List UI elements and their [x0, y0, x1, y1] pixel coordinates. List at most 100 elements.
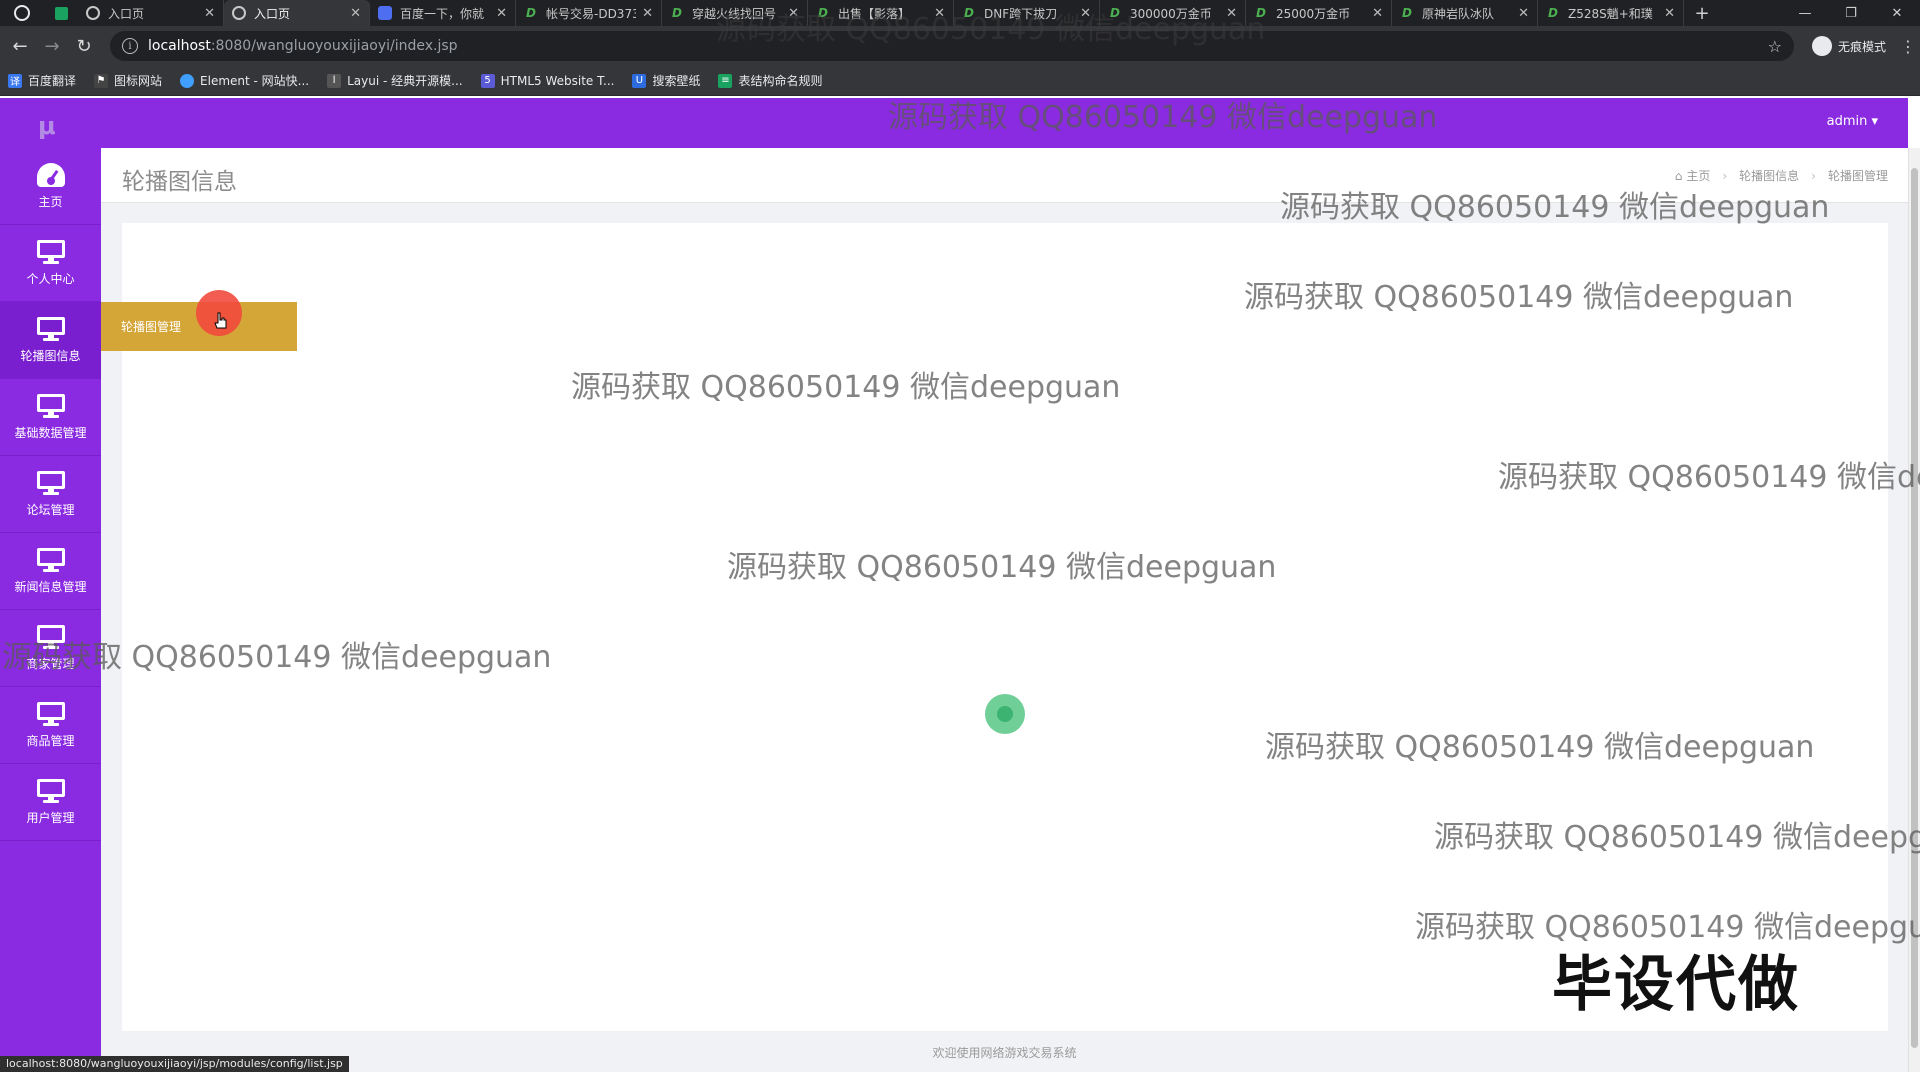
browser-profile-icon[interactable] — [0, 0, 44, 26]
html5-icon: 5 — [480, 73, 495, 88]
chevron-right-icon: › — [1811, 168, 1816, 183]
close-icon[interactable]: ✕ — [204, 6, 215, 21]
browser-tab[interactable]: D 原神岩队冰队 ✕ — [1392, 0, 1538, 26]
tab-title: 入口页 — [254, 6, 291, 21]
close-icon[interactable]: ✕ — [1372, 6, 1383, 21]
tab-title: 帐号交易-DD373 — [546, 6, 637, 21]
browser-menu-icon[interactable]: ⋮ — [1896, 37, 1920, 56]
browser-tab-strip: 入口页 ✕ 入口页 ✕ 百度一下，你就 ✕ D 帐号交易-DD373 ✕ D 穿… — [0, 0, 1920, 26]
bookmark-item[interactable]: Element - 网站快... — [180, 72, 309, 89]
sidebar-item-goods[interactable]: 商品管理 — [0, 687, 101, 764]
translate-icon: 译 — [8, 73, 22, 88]
status-bar-url: localhost:8080/wangluoyouxijiaoyi/jsp/mo… — [0, 1056, 349, 1072]
sidebar-item-basic-data[interactable]: 基础数据管理 — [0, 379, 101, 456]
user-menu[interactable]: admin ▾ — [1827, 114, 1878, 129]
browser-tab[interactable]: 入口页 ✕ — [78, 0, 224, 26]
dd373-icon: D — [526, 6, 536, 20]
url-path: :8080/wangluoyouxijiaoyi/index.jsp — [210, 38, 458, 54]
browser-tab-active[interactable]: 入口页 ✕ — [224, 0, 370, 26]
monitor-icon — [36, 393, 65, 418]
page-header: 轮播图信息 ⌂ 主页 › 轮播图信息 › 轮播图管理 — [101, 148, 1908, 203]
restore-icon[interactable]: ❐ — [1828, 0, 1874, 26]
loading-spinner-icon — [985, 694, 1025, 734]
browser-tab[interactable]: D 25000万金币 ✕ — [1246, 0, 1392, 26]
browser-tab[interactable]: D 出售【影落】 ✕ — [808, 0, 954, 26]
sidebar-item-label: 论坛管理 — [26, 502, 75, 517]
bookmarks-bar: 译百度翻译 ⚑ 图标网站 Element - 网站快... l Layui - 经典… — [0, 66, 1920, 96]
close-icon[interactable]: ✕ — [642, 6, 653, 21]
flag-icon: ⚑ — [94, 73, 109, 88]
table-icon: ≡ — [718, 73, 733, 88]
close-icon[interactable]: ✕ — [788, 6, 799, 21]
app-logo[interactable]: μ — [38, 112, 56, 140]
bookmark-item[interactable]: l Layui - 经典开源模... — [327, 72, 463, 89]
sidebar-item-merchant[interactable]: 商家管理 — [0, 610, 101, 687]
app-header: μ admin ▾ — [0, 98, 1908, 148]
browser-tab[interactable]: D 300000万金币 ✕ — [1100, 0, 1246, 26]
close-icon[interactable]: ✕ — [350, 6, 361, 21]
browser-tab[interactable]: D DNF跨下拔刀 ✕ — [954, 0, 1100, 26]
site-info-icon[interactable]: i — [122, 38, 138, 54]
scrollbar-thumb[interactable] — [1911, 168, 1918, 1048]
bookmark-item[interactable]: 译百度翻译 — [8, 72, 76, 89]
breadcrumb: ⌂ 主页 › 轮播图信息 › 轮播图管理 — [1675, 167, 1888, 184]
breadcrumb-item[interactable]: 主页 — [1686, 167, 1710, 184]
forward-icon[interactable]: → — [36, 30, 68, 62]
back-icon[interactable]: ← — [4, 30, 36, 62]
sidebar-item-forum[interactable]: 论坛管理 — [0, 456, 101, 533]
incognito-icon — [1811, 36, 1832, 56]
close-icon[interactable]: ✕ — [934, 6, 945, 21]
bookmark-item[interactable]: ⚑ 图标网站 — [94, 72, 162, 89]
reload-icon[interactable]: ↻ — [68, 30, 100, 62]
sidebar-item-users[interactable]: 用户管理 — [0, 764, 101, 841]
breadcrumb-item: 轮播图管理 — [1827, 169, 1888, 183]
browser-tab[interactable]: D 穿越火线找回号 ✕ — [662, 0, 808, 26]
minimize-icon[interactable]: — — [1782, 0, 1828, 26]
dd373-icon: D — [672, 6, 682, 20]
globe-icon — [86, 6, 100, 20]
monitor-icon — [36, 239, 65, 264]
sidebar-item-home[interactable]: 主页 — [0, 148, 101, 225]
browser-tab[interactable]: D Z528S魈+和璞 ✕ — [1538, 0, 1684, 26]
sidebar-item-carousel[interactable]: 轮播图信息 — [0, 302, 101, 379]
browser-toolbar: ← → ↻ i localhost :8080/wangluoyouxijiao… — [0, 26, 1920, 66]
monitor-icon — [36, 778, 65, 803]
close-icon[interactable]: ✕ — [1226, 6, 1237, 21]
tab-title: 出售【影落】 — [838, 6, 911, 21]
monitor-icon — [36, 470, 65, 495]
monitor-icon — [36, 316, 65, 341]
chevron-right-icon: › — [1722, 168, 1728, 183]
close-window-icon[interactable]: ✕ — [1874, 0, 1920, 26]
baidu-icon — [378, 6, 392, 20]
breadcrumb-item[interactable]: 轮播图信息 — [1739, 167, 1799, 184]
close-icon[interactable]: ✕ — [496, 6, 507, 21]
pinned-tab-icon[interactable] — [44, 0, 78, 26]
close-icon[interactable]: ✕ — [1518, 6, 1529, 21]
tab-title: 原神岩队冰队 — [1422, 6, 1495, 21]
sidebar-item-news[interactable]: 新闻信息管理 — [0, 533, 101, 610]
sidebar-item-label: 新闻信息管理 — [14, 579, 87, 594]
address-bar[interactable]: i localhost :8080/wangluoyouxijiaoyi/ind… — [110, 31, 1794, 61]
dd373-icon: D — [818, 6, 828, 20]
bookmark-item[interactable]: ≡ 表结构命名规则 — [718, 72, 822, 89]
dd373-icon: D — [1110, 6, 1120, 20]
bookmark-star-icon[interactable]: ☆ — [1768, 37, 1782, 56]
close-icon[interactable]: ✕ — [1664, 6, 1675, 21]
new-tab-button[interactable]: + — [1684, 0, 1720, 26]
browser-tab[interactable]: D 帐号交易-DD373 ✕ — [516, 0, 662, 26]
close-icon[interactable]: ✕ — [1080, 6, 1091, 21]
submenu-label: 轮播图管理 — [121, 320, 182, 334]
bookmark-item[interactable]: 5 HTML5 Website T... — [480, 73, 614, 88]
monitor-icon — [36, 547, 65, 572]
tab-title: 穿越火线找回号 — [692, 6, 777, 21]
browser-tab[interactable]: 百度一下，你就 ✕ — [370, 0, 516, 26]
page-scrollbar[interactable] — [1908, 148, 1920, 1072]
bookmark-item[interactable]: U 搜索壁纸 — [632, 72, 700, 89]
incognito-indicator[interactable]: 无痕模式 — [1811, 36, 1886, 56]
sidebar-item-label: 用户管理 — [26, 810, 75, 825]
sidebar-item-label: 轮播图信息 — [20, 348, 81, 363]
monitor-icon — [36, 701, 65, 726]
monitor-icon — [36, 624, 65, 649]
sidebar-item-profile[interactable]: 个人中心 — [0, 225, 101, 302]
sidebar-item-label: 基础数据管理 — [14, 425, 87, 440]
